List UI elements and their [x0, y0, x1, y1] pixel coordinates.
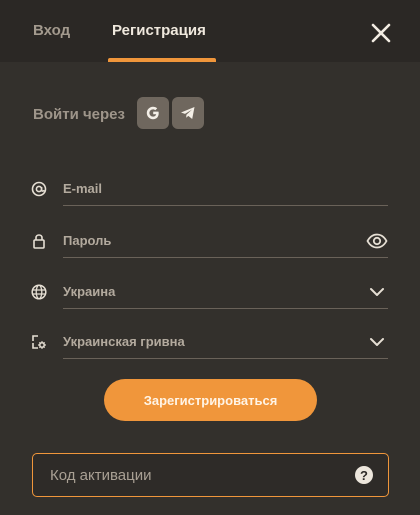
tab-login[interactable]: Вход [33, 22, 70, 39]
activation-code-input[interactable]: Код активации ? [32, 453, 389, 497]
tab-register[interactable]: Регистрация [112, 22, 206, 39]
google-login-button[interactable] [137, 97, 169, 129]
chevron-down-icon [370, 338, 384, 346]
chevron-down-icon [370, 288, 384, 296]
eye-icon [366, 233, 388, 249]
telegram-login-button[interactable] [172, 97, 204, 129]
country-value: Украина [63, 284, 116, 299]
at-icon [31, 181, 47, 197]
currency-select[interactable]: Украинская гривна [30, 329, 390, 359]
password-underline [63, 257, 388, 258]
activation-code-placeholder: Код активации [50, 467, 152, 484]
google-icon [146, 106, 159, 120]
help-icon[interactable]: ? [355, 466, 373, 484]
email-underline [63, 205, 388, 206]
lock-icon [33, 234, 45, 249]
active-tab-indicator [108, 58, 216, 62]
currency-icon [32, 335, 46, 349]
show-password-button[interactable] [366, 231, 388, 251]
password-placeholder: Пароль [63, 233, 112, 248]
register-button[interactable]: Зарегистрироваться [104, 379, 317, 421]
email-placeholder: E-mail [63, 181, 103, 196]
country-select[interactable]: Украина [30, 279, 390, 309]
close-icon [371, 23, 391, 43]
currency-underline [63, 358, 388, 359]
email-field[interactable]: E-mail [30, 176, 390, 206]
telegram-icon [181, 107, 195, 119]
country-underline [63, 308, 388, 309]
country-dropdown-toggle[interactable] [366, 282, 388, 302]
modal-header: Вход Регистрация [0, 0, 420, 62]
social-login-label: Войти через [33, 106, 125, 123]
currency-value: Украинская гривна [63, 334, 185, 349]
currency-dropdown-toggle[interactable] [366, 332, 388, 352]
close-button[interactable] [368, 20, 394, 46]
password-field[interactable]: Пароль [30, 228, 390, 258]
globe-icon [31, 284, 47, 300]
